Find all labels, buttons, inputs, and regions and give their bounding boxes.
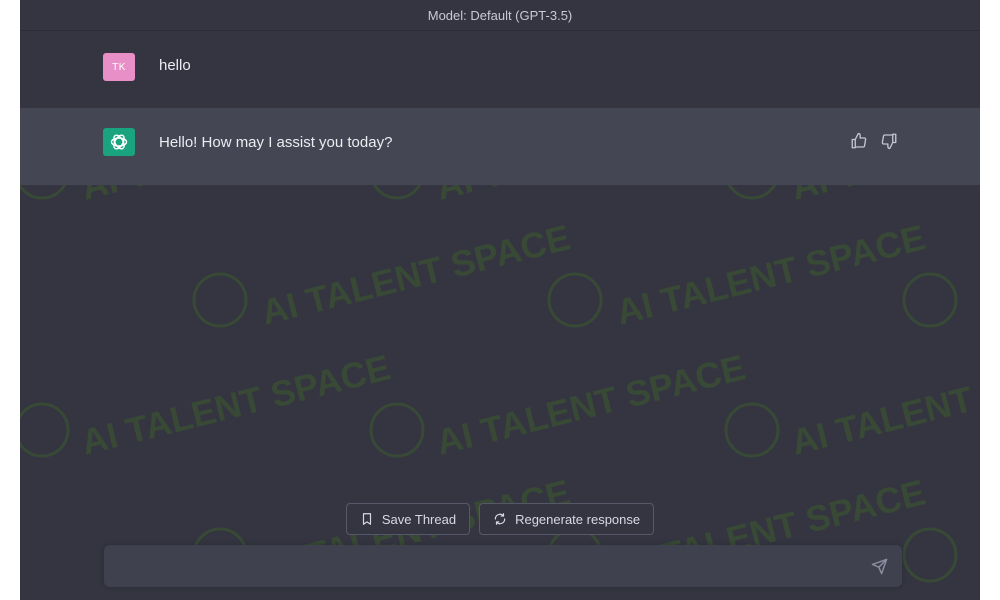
bookmark-icon [362, 513, 371, 525]
chat-app: AI TALENT SPACE AI TALENT SPACE AI TALEN… [20, 0, 980, 600]
message-row-assistant: Hello! How may I assist you today? [20, 108, 980, 185]
avatar-initials: TK [112, 61, 126, 73]
feedback-controls [850, 132, 898, 150]
openai-logo-icon [110, 134, 128, 150]
message-composer [104, 545, 902, 589]
model-label: Model: Default (GPT-3.5) [427, 7, 573, 23]
save-thread-button[interactable]: Save Thread [345, 503, 471, 535]
regenerate-response-button[interactable]: Regenerate response [479, 503, 655, 535]
model-header: Model: Default (GPT-3.5) [20, 0, 980, 31]
send-icon[interactable] [871, 558, 888, 575]
watermark-text: AI TALENT SPACE [787, 346, 980, 462]
thread-actions: Save Thread Regenerate response [20, 503, 980, 535]
message-row-user: TK hello [20, 31, 980, 108]
regenerate-label: Regenerate response [515, 511, 641, 527]
assistant-avatar [103, 128, 135, 156]
thumbs-down-icon[interactable] [880, 132, 898, 150]
message-input[interactable] [116, 545, 860, 589]
refresh-icon [494, 513, 506, 525]
user-avatar: TK [103, 53, 135, 81]
watermark-text: AI TALENT SPACE [612, 216, 929, 332]
message-text: hello [159, 57, 191, 74]
save-thread-label: Save Thread [381, 511, 457, 527]
message-text: Hello! How may I assist you today? [159, 134, 393, 151]
thumbs-up-icon[interactable] [850, 132, 868, 150]
watermark-text: AI TALENT SPACE [432, 346, 749, 462]
watermark-text: AI TALENT SPACE [77, 346, 394, 462]
watermark-text: AI TALENT SPACE [257, 216, 574, 332]
